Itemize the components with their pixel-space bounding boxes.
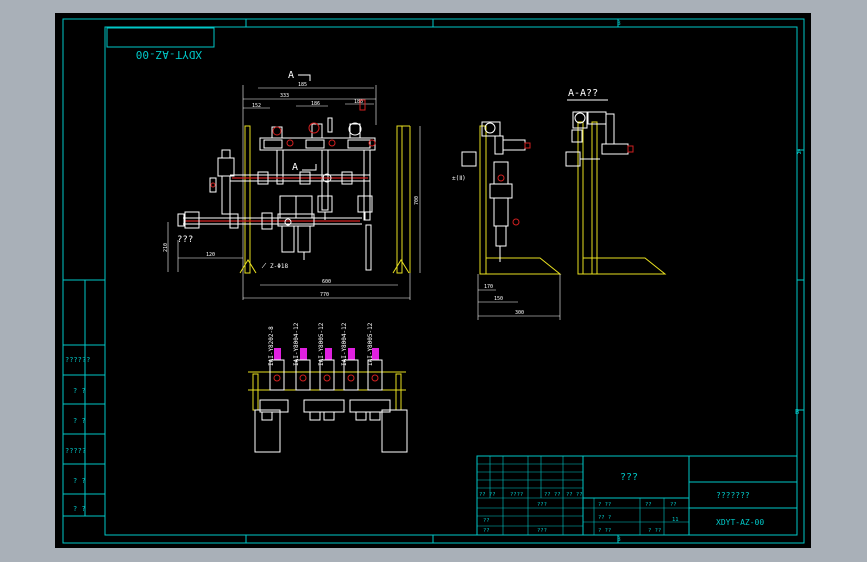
cad-viewport: B B A B XDYT-AZ-00 ?????? ? ? ? ? ????? … (0, 0, 867, 562)
dim-120: 120 (206, 252, 215, 258)
dim-170: 170 (484, 284, 493, 290)
title-row-label: ?? (483, 528, 490, 534)
title-mid-label: ? ?? (598, 528, 611, 534)
zone-label-top: B (617, 20, 621, 27)
title-row-label: ?? ?? (544, 492, 561, 498)
title-mid-label: ?? ? (598, 515, 611, 521)
drawing-sheet (55, 13, 811, 548)
dim-210: 210 (163, 243, 169, 252)
zone-label-right-b: B (795, 408, 799, 416)
dim-150: 150 (494, 296, 503, 302)
dim-185: 185 (298, 82, 307, 88)
dim-152: 152 (252, 103, 261, 109)
title-row-label: ??? (537, 502, 547, 508)
title-mid-label: ?? (645, 502, 652, 508)
mirror-code: XDYT-AZ-00 (136, 48, 202, 61)
title-mid-label: ? ?? (648, 528, 661, 534)
title-company: ??????? (716, 491, 750, 500)
annotation-pipe: Z-Φ18 (270, 263, 288, 270)
dim-186: 186 (311, 101, 320, 107)
title-mid-label: ? ?? (598, 502, 611, 508)
title-row-label: ??? (537, 528, 547, 534)
title-row-label: ?? ?? (479, 492, 496, 498)
component-label: IAI-Y8004-12 (341, 322, 348, 366)
dim-333: 333 (280, 93, 289, 99)
title-mid-label: ?? (670, 502, 677, 508)
component-label: IAI-Y8004-12 (293, 322, 300, 366)
title-row-label: ?? ?? (566, 492, 583, 498)
title-row-label: ?? (483, 518, 490, 524)
dim-770: 770 (320, 292, 329, 298)
section-title: A-A?? (568, 88, 598, 99)
side-note: ±(Ⅱ) (452, 175, 466, 182)
left-table-cell: ?????? (65, 356, 90, 364)
component-label: IAI-Y8005-12 (318, 322, 325, 366)
title-mid-label: 11 (672, 517, 679, 523)
dim-300: 300 (515, 310, 524, 316)
zone-label-bottom: B (617, 536, 621, 543)
title-main-name: ??? (620, 472, 638, 483)
left-table-cell: ? ? (73, 417, 86, 425)
title-drawing-no: XDYT-AZ-00 (716, 518, 764, 527)
section-marker-a-mid: A (292, 162, 298, 173)
left-table-cell: ? ? (73, 505, 86, 513)
dim-700: 700 (414, 196, 420, 205)
left-table-cell: ? ? (73, 387, 86, 395)
annotation-qqq: ??? (177, 235, 193, 245)
left-table-cell: ? ? (73, 477, 86, 485)
left-table-cell: ????? (65, 447, 86, 455)
section-marker-a-top: A (288, 70, 294, 81)
dim-600: 600 (322, 279, 331, 285)
title-row-label: ???? (510, 492, 523, 498)
